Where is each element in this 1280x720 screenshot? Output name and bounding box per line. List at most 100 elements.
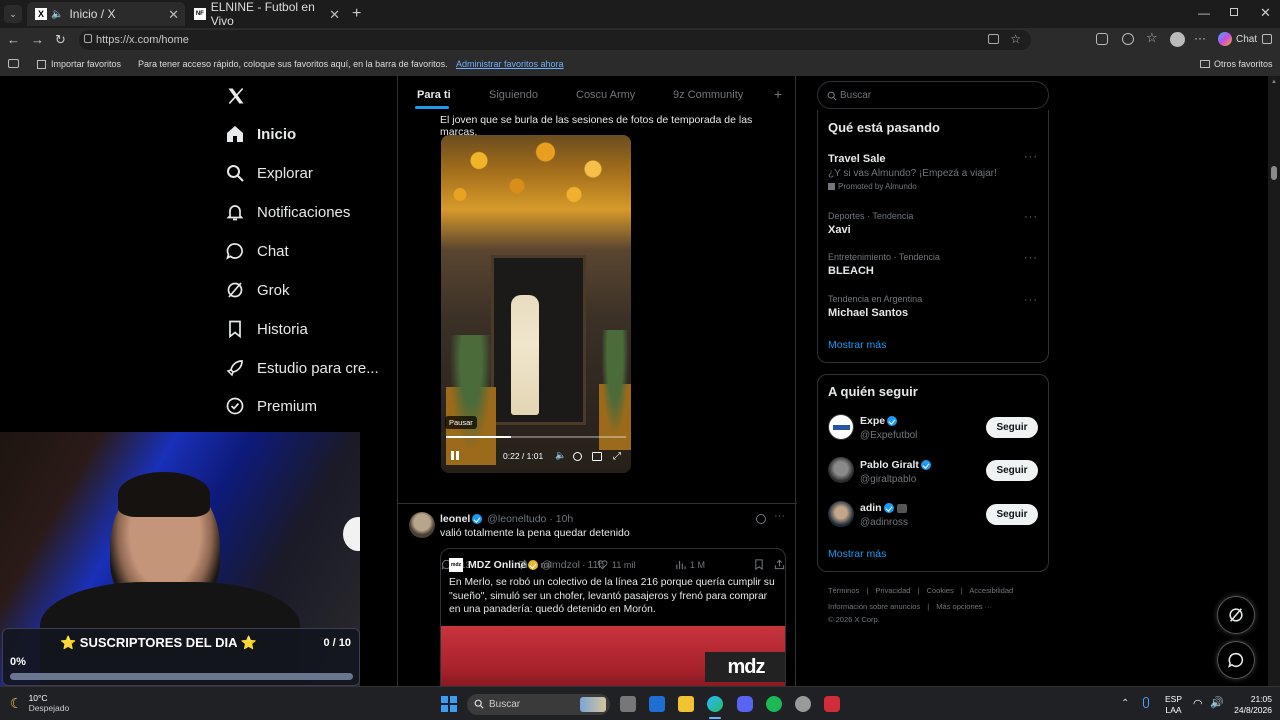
minimize-button[interactable]: —: [1198, 6, 1210, 20]
spotify-icon[interactable]: [766, 696, 782, 712]
weather-widget[interactable]: ☾ 10°C Despejado: [10, 693, 69, 713]
author-name[interactable]: leonel: [440, 513, 470, 525]
sidebar-item-inicio[interactable]: Inicio: [225, 121, 296, 147]
close-tab-icon[interactable]: ✕: [329, 7, 340, 23]
star-icon[interactable]: ☆: [1010, 32, 1021, 46]
more-options-icon[interactable]: ···: [1024, 211, 1038, 223]
audio-icon[interactable]: 🔈: [51, 9, 63, 20]
manage-favorites-link[interactable]: Administrar favoritos ahora: [456, 59, 564, 69]
messages-floating-button[interactable]: [1217, 641, 1255, 679]
volume-icon[interactable]: 🔈: [555, 450, 566, 461]
url-input[interactable]: https://x.com/home ☆: [79, 30, 1031, 50]
clock[interactable]: 21:05 24/8/2026: [1226, 694, 1272, 716]
more-options-icon[interactable]: ···: [1024, 151, 1038, 163]
edge-icon[interactable]: [707, 696, 723, 712]
tab-para-ti[interactable]: Para ti: [417, 89, 451, 101]
profile-avatar[interactable]: [1170, 32, 1185, 47]
outlook-icon[interactable]: [649, 696, 665, 712]
more-options-icon[interactable]: ···: [1024, 252, 1038, 264]
new-tab-button[interactable]: +: [352, 5, 361, 23]
grok-icon[interactable]: [756, 514, 766, 524]
trend-item[interactable]: Tendencia en Argentina Michael Santos: [828, 294, 922, 319]
other-favorites-folder[interactable]: Otros favoritos: [1200, 59, 1273, 69]
forward-icon[interactable]: →: [31, 32, 44, 47]
footer-link-terms[interactable]: Términos: [828, 586, 859, 595]
language-indicator[interactable]: ESP LAA: [1165, 694, 1182, 716]
follow-show-more-link[interactable]: Mostrar más: [828, 548, 886, 560]
tab-actions-button[interactable]: ⌄: [4, 5, 22, 23]
sidebar-item-notificaciones[interactable]: Notificaciones: [225, 199, 350, 225]
sidebar-item-explorar[interactable]: Explorar: [225, 160, 313, 186]
sidebar-item-historia[interactable]: Historia: [225, 316, 308, 342]
sidebar-item-grok[interactable]: Grok: [225, 277, 290, 303]
footer-link-cookies[interactable]: Cookies: [927, 586, 954, 595]
footer-link-accessibility[interactable]: Accesibilidad: [969, 586, 1013, 595]
extensions-icon[interactable]: [1096, 33, 1108, 45]
tab-elnine[interactable]: NF ELNINE - Futbol en Vivo ✕: [186, 0, 346, 28]
sidebar-item-chat[interactable]: Chat: [225, 238, 289, 264]
settings-icon[interactable]: [795, 696, 811, 712]
footer-link-ads-info[interactable]: Información sobre anuncios: [828, 602, 920, 611]
video-pause-button[interactable]: [451, 451, 461, 461]
back-icon[interactable]: ←: [7, 32, 20, 47]
add-tab-icon[interactable]: +: [774, 86, 782, 102]
footer-link-privacy[interactable]: Privacidad: [875, 586, 910, 595]
tab-siguiendo[interactable]: Siguiendo: [489, 89, 538, 101]
tab-coscu-army[interactable]: Coscu Army: [576, 89, 635, 101]
sidebar-item-estudio[interactable]: Estudio para cre...: [225, 355, 379, 381]
author-handle[interactable]: @leoneltudo: [487, 513, 546, 525]
more-options-icon[interactable]: ···: [1024, 294, 1038, 306]
sidebar-toggle-icon[interactable]: [1262, 34, 1272, 44]
fullscreen-icon[interactable]: ⤢: [613, 451, 621, 462]
follow-button[interactable]: Seguir: [986, 460, 1038, 481]
start-button[interactable]: [441, 696, 457, 712]
tab-9z-community[interactable]: 9z Community: [673, 89, 743, 101]
avatar[interactable]: [409, 512, 435, 538]
video-progress-track[interactable]: [446, 436, 626, 438]
microphone-icon[interactable]: [1143, 697, 1149, 708]
close-tab-icon[interactable]: ✕: [168, 7, 179, 23]
close-window-button[interactable]: ✕: [1260, 5, 1271, 21]
x-logo-icon[interactable]: [226, 86, 246, 106]
page-scrollbar[interactable]: ▲: [1268, 76, 1280, 686]
discord-icon[interactable]: [737, 696, 753, 712]
refresh-icon[interactable]: ↻: [55, 32, 66, 48]
taskbar-search[interactable]: Buscar: [467, 694, 610, 715]
grok-floating-button[interactable]: [1217, 596, 1255, 634]
tab-inicio-x[interactable]: X 🔈 Inicio / X ✕: [27, 2, 185, 26]
trend-item[interactable]: Deportes · Tendencia Xavi: [828, 211, 913, 236]
volume-icon[interactable]: 🔊: [1210, 696, 1224, 709]
follow-button[interactable]: Seguir: [986, 417, 1038, 438]
file-explorer-icon[interactable]: [678, 696, 694, 712]
settings-icon[interactable]: [573, 452, 582, 461]
import-favorites-link[interactable]: Importar favoritos: [37, 59, 121, 69]
trend-item[interactable]: Travel Sale ¿Y si vas Almundo? ¡Empezá a…: [828, 153, 1038, 191]
search-box[interactable]: Buscar: [817, 81, 1049, 109]
obs-icon[interactable]: [824, 696, 840, 712]
split-screen-icon[interactable]: [988, 34, 999, 44]
performance-icon[interactable]: [1122, 33, 1134, 45]
pip-icon[interactable]: [592, 452, 602, 461]
footer-link-more[interactable]: Más opciones ···: [936, 602, 992, 611]
show-more-link[interactable]: Mostrar más: [828, 339, 886, 351]
more-options-icon[interactable]: ···: [774, 510, 785, 522]
follow-button[interactable]: Seguir: [986, 504, 1038, 525]
wifi-icon[interactable]: ◠: [1193, 697, 1203, 710]
site-info-icon[interactable]: [84, 34, 92, 43]
more-menu-icon[interactable]: ···: [1194, 31, 1206, 45]
follow-name[interactable]: Pablo Giralt: [860, 459, 931, 471]
post-time[interactable]: 10h: [556, 513, 574, 525]
avatar[interactable]: [828, 457, 854, 483]
post-video[interactable]: Pausar 0:22 / 1:01 🔈 ⤢: [441, 135, 631, 473]
restore-button[interactable]: [1230, 8, 1238, 16]
scroll-up-icon[interactable]: ▲: [1271, 79, 1277, 85]
collections-icon[interactable]: [8, 59, 19, 68]
sidebar-item-premium[interactable]: Premium: [225, 393, 317, 419]
quoted-post[interactable]: mdz MDZ Online @mdzol · 11h En Merlo, se…: [440, 548, 786, 698]
follow-name[interactable]: Expe: [860, 415, 898, 427]
tray-chevron-icon[interactable]: ⌃: [1121, 698, 1129, 709]
task-view-icon[interactable]: [620, 696, 636, 712]
scrollbar-thumb[interactable]: [1271, 166, 1277, 180]
trend-item[interactable]: Entretenimiento · Tendencia BLEACH: [828, 252, 940, 277]
avatar[interactable]: [828, 501, 854, 527]
